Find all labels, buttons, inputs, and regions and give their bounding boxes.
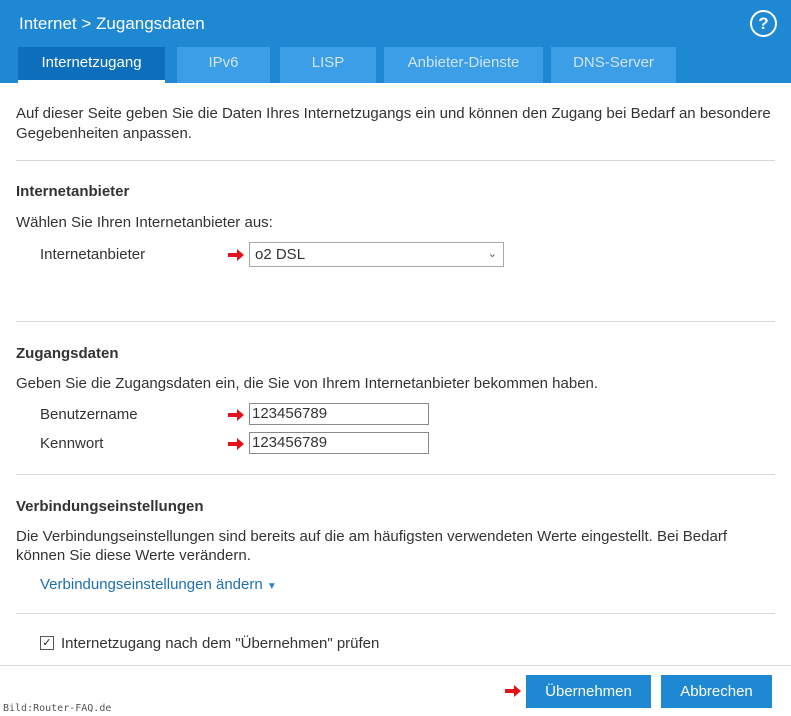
apply-button[interactable]: Übernehmen xyxy=(526,675,651,708)
password-field[interactable]: 123456789 xyxy=(249,432,429,454)
intro-text-line2: Gegebenheiten anpassen. xyxy=(16,125,192,142)
header-bar: Internet > Zugangsdaten ? Internetzugang… xyxy=(0,0,791,83)
pointer-arrow-icon xyxy=(228,409,244,421)
divider xyxy=(16,613,775,614)
connection-text-line2: können Sie diese Werte verändern. xyxy=(16,547,251,564)
help-icon[interactable]: ? xyxy=(750,10,777,37)
connection-settings-link-label: Verbindungseinstellungen ändern xyxy=(40,576,263,593)
divider xyxy=(16,160,775,161)
tab-ipv6[interactable]: IPv6 xyxy=(177,47,270,83)
credentials-heading: Zugangsdaten xyxy=(16,345,119,362)
check-connection-checkbox[interactable]: ✓ xyxy=(40,636,54,650)
caret-down-icon: ▼ xyxy=(266,581,277,592)
username-label: Benutzername xyxy=(40,406,138,423)
chevron-down-icon: ⌄ xyxy=(487,248,497,260)
divider xyxy=(16,474,775,475)
username-field[interactable]: 123456789 xyxy=(249,403,429,425)
tab-anbieter-dienste[interactable]: Anbieter-Dienste xyxy=(384,47,543,83)
connection-text-line1: Die Verbindungseinstellungen sind bereit… xyxy=(16,528,727,545)
intro-text-line1: Auf dieser Seite geben Sie die Daten Ihr… xyxy=(16,105,771,122)
provider-select[interactable]: o2 DSL ⌄ xyxy=(249,242,504,267)
breadcrumb: Internet > Zugangsdaten xyxy=(19,14,205,33)
connection-heading: Verbindungseinstellungen xyxy=(16,498,204,515)
tab-internetzugang[interactable]: Internetzugang xyxy=(18,47,165,83)
pointer-arrow-icon xyxy=(228,249,244,261)
footer-divider xyxy=(0,665,791,666)
tab-lisp[interactable]: LISP xyxy=(280,47,376,83)
provider-heading: Internetanbieter xyxy=(16,183,130,200)
password-label: Kennwort xyxy=(40,435,104,452)
provider-prompt: Wählen Sie Ihren Internetanbieter aus: xyxy=(16,214,273,231)
divider xyxy=(16,321,775,322)
check-connection-label: Internetzugang nach dem "Übernehmen" prü… xyxy=(61,635,380,652)
cancel-button[interactable]: Abbrechen xyxy=(661,675,772,708)
image-credit: Bild:Router-FAQ.de xyxy=(3,703,112,714)
credentials-prompt: Geben Sie die Zugangsdaten ein, die Sie … xyxy=(16,375,599,392)
provider-label: Internetanbieter xyxy=(40,246,146,263)
provider-select-value: o2 DSL xyxy=(255,246,306,263)
tab-dns-server[interactable]: DNS-Server xyxy=(551,47,676,83)
pointer-arrow-icon xyxy=(505,685,521,697)
connection-settings-link[interactable]: Verbindungseinstellungen ändern ▼ xyxy=(40,576,277,593)
pointer-arrow-icon xyxy=(228,438,244,450)
